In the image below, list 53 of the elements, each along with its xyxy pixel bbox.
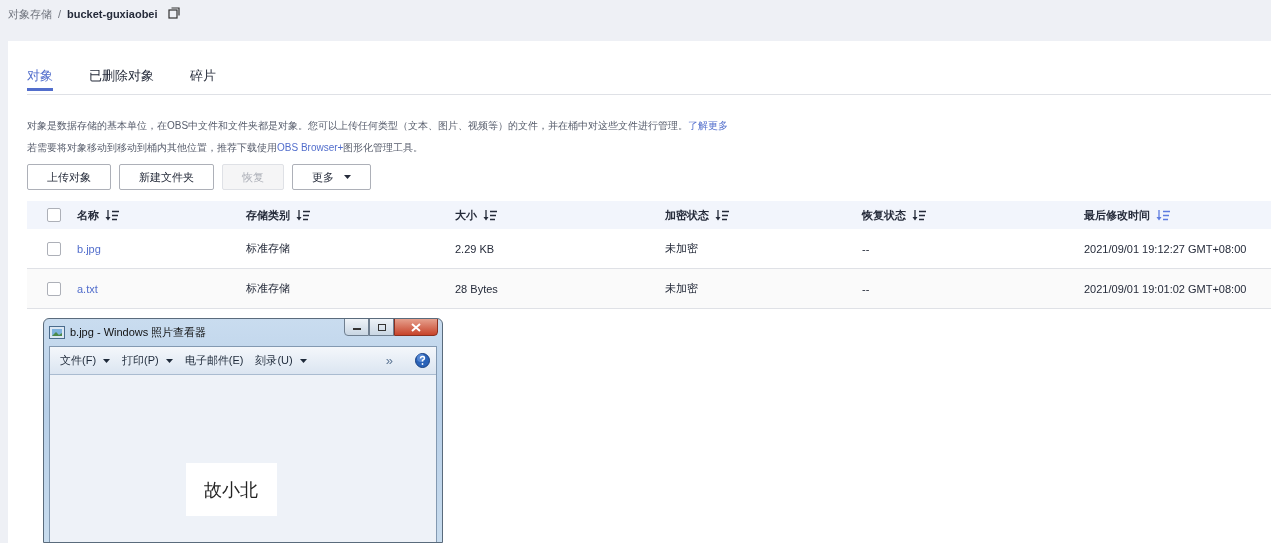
maximize-button[interactable] [369, 319, 394, 336]
file-name-link[interactable]: b.jpg [77, 242, 101, 255]
table-cell: 2.29 KB [455, 242, 495, 255]
tab[interactable]: 已删除对象 [89, 67, 154, 91]
table-cell: 28 Bytes [455, 282, 498, 295]
breadcrumb-item[interactable]: 对象存储 [8, 6, 52, 22]
caret-icon [103, 358, 111, 363]
window-title: b.jpg - Windows 照片查看器 [70, 325, 207, 340]
table-cell: 2021/09/01 19:01:02 GMT+08:00 [1084, 282, 1247, 295]
column-header[interactable]: 加密状态 [665, 207, 709, 223]
table-cell: 标准存储 [246, 241, 290, 256]
tab[interactable]: 碎片 [190, 67, 216, 91]
description-text: 对象是数据存储的基本单位，在OBS中文件和文件夹都是对象。您可以上传任何类型（文本、图片、视频等）的文件，并在桶中对这些文件进行管理。了解更多 [27, 119, 730, 133]
menu-item[interactable]: 打印(P) [122, 353, 173, 368]
checkbox[interactable] [47, 208, 61, 222]
table-cell: 未加密 [665, 241, 698, 256]
caret-icon [299, 358, 307, 363]
link[interactable]: 了解更多 [688, 120, 729, 131]
table-cell: 未加密 [665, 281, 698, 296]
column-header[interactable]: 恢复状态 [862, 207, 906, 223]
column-header[interactable]: 大小 [455, 207, 477, 223]
column-header[interactable]: 最后修改时间 [1084, 207, 1150, 223]
breadcrumb-separator: / [58, 7, 62, 22]
copy-icon [167, 7, 180, 19]
column-header[interactable]: 名称 [77, 207, 99, 223]
column-header[interactable]: 存储类别 [246, 207, 290, 223]
menu-item[interactable]: 电子邮件(E) [184, 353, 244, 368]
breadcrumb-item: bucket-guxiaobei [67, 7, 158, 22]
help-icon[interactable] [415, 353, 430, 368]
maximize-icon [376, 322, 387, 332]
dropdown-button[interactable]: 更多 [292, 164, 371, 190]
menu-item[interactable]: 文件(F) [60, 353, 111, 368]
checkbox[interactable] [47, 241, 61, 256]
checkbox[interactable] [47, 281, 61, 296]
button[interactable]: 新建文件夹 [119, 164, 214, 190]
link[interactable]: OBS Browser+ [277, 142, 344, 153]
overflow-chevron[interactable]: » [385, 353, 393, 368]
caret-icon [165, 358, 173, 363]
image-text: 故小北 [204, 478, 258, 502]
close-icon [411, 322, 421, 332]
file-name-link[interactable]: a.txt [77, 282, 98, 295]
table-cell: 标准存储 [246, 281, 290, 296]
table-cell: -- [862, 242, 870, 255]
caret-icon [344, 175, 351, 179]
description-text: 若需要将对象移动到移动到桶内其他位置，推荐下载使用OBS Browser+图形化管理工具。 [27, 141, 425, 155]
close-button[interactable] [394, 319, 438, 336]
table-cell: 2021/09/01 19:12:27 GMT+08:00 [1084, 242, 1247, 255]
menu-item[interactable]: 刻录(U) [255, 353, 307, 368]
photo-viewer-icon [49, 326, 65, 339]
tab[interactable]: 对象 [27, 67, 53, 91]
minimize-button[interactable] [344, 319, 369, 336]
table-cell: -- [862, 282, 870, 295]
button[interactable]: 上传对象 [27, 164, 111, 190]
